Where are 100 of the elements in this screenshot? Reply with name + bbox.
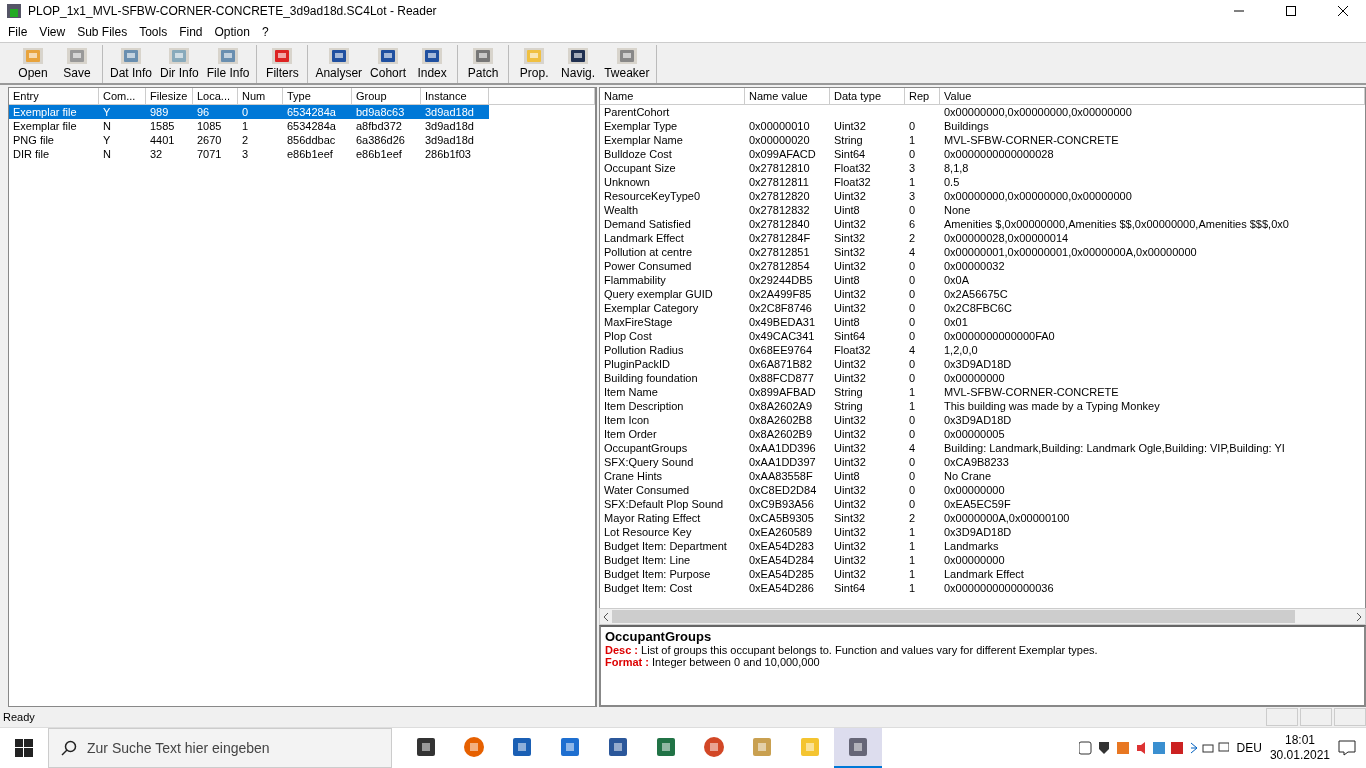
table-cell[interactable]: 3d9ad18d (421, 119, 489, 133)
table-cell-text: 1 (908, 567, 917, 581)
column-header[interactable]: Com... (99, 88, 146, 105)
table-cell[interactable]: Y (99, 105, 146, 119)
table-cell[interactable]: N (99, 147, 146, 161)
table-cell-text: 0x899AFBAD (748, 385, 817, 399)
windows-logo-icon (15, 739, 33, 757)
column-header[interactable]: Num (238, 88, 283, 105)
menu-item[interactable]: Find (173, 25, 209, 39)
table-cell-text: 0xEA54D283 (748, 539, 815, 553)
table-cell[interactable]: 6a386d26 (352, 133, 421, 147)
table-cell[interactable]: Y (99, 133, 146, 147)
table-cell-text: 0xEA54D286 (748, 581, 815, 595)
toolbar-button[interactable]: Patch (461, 45, 506, 83)
toolbar-button[interactable]: Dat Info (106, 45, 157, 83)
table-cell-text: Item Name (603, 385, 659, 399)
column-header[interactable]: Entry (9, 88, 99, 105)
table-cell-text: 0x27812840 (748, 217, 811, 231)
table-cell[interactable]: 856ddbac (283, 133, 352, 147)
notification-icon[interactable] (1338, 740, 1356, 756)
table-cell-text: 6 (908, 217, 917, 231)
toolbar-button[interactable]: File Info (202, 45, 254, 83)
column-header[interactable]: Filesize (146, 88, 193, 105)
column-header[interactable]: Name (600, 88, 745, 105)
table-cell[interactable]: 32 (146, 147, 193, 161)
column-header[interactable]: Data type (830, 88, 905, 105)
table-cell[interactable]: 0 (238, 105, 283, 119)
horizontal-scrollbar[interactable] (599, 608, 1366, 625)
table-cell-text: 4 (908, 441, 917, 455)
toolbar-button[interactable]: Index (410, 45, 455, 83)
table-cell-text: Sint32 (833, 231, 867, 245)
table-cell-text: Uint32 (833, 567, 867, 581)
table-cell[interactable]: 286b1f03 (421, 147, 489, 161)
toolbar-button[interactable]: Cohort (366, 45, 411, 83)
table-cell-text: 0x2C8FBC6C (943, 301, 1013, 315)
table-cell[interactable]: 96 (193, 105, 238, 119)
column-header[interactable]: Type (283, 88, 352, 105)
menu-item[interactable]: Sub Files (71, 25, 134, 39)
table-cell-text: Uint32 (833, 119, 867, 133)
table-cell-text: Uint32 (833, 427, 867, 441)
description-title: OccupantGroups (605, 629, 713, 644)
table-cell[interactable]: DIR file (9, 147, 99, 161)
toolbar-button[interactable]: Tweaker (600, 45, 654, 83)
toolbar-button[interactable]: Analyser (311, 45, 367, 83)
table-cell[interactable]: 7071 (193, 147, 238, 161)
table-cell[interactable]: N (99, 119, 146, 133)
column-header[interactable]: Group (352, 88, 421, 105)
table-cell[interactable]: 6534284a (283, 105, 352, 119)
table-cell[interactable]: 6534284a (283, 119, 352, 133)
table-cell[interactable]: 3 (238, 147, 283, 161)
table-cell[interactable]: 1 (238, 119, 283, 133)
table-cell[interactable]: Exemplar file (9, 105, 99, 119)
table-cell[interactable]: Exemplar file (9, 119, 99, 133)
table-cell-text: 0x2781284F (748, 231, 812, 245)
search-field[interactable]: Zur Suche Text hier eingeben (48, 728, 392, 768)
toolbar-button[interactable]: Prop. (512, 45, 557, 83)
toolbar-button[interactable]: Open (11, 45, 55, 83)
toolbar-button[interactable]: Dir Info (156, 45, 203, 83)
menu-item[interactable]: Tools (133, 25, 174, 39)
table-cell[interactable]: PNG file (9, 133, 99, 147)
toolbar-button[interactable]: Navig. (556, 45, 601, 83)
table-cell-text: 1 (908, 385, 917, 399)
menu-item[interactable]: Option (208, 25, 256, 39)
table-cell-text: Sint64 (833, 147, 867, 161)
table-cell-text: 0x88FCD877 (748, 371, 815, 385)
menu-item[interactable]: File (2, 25, 34, 39)
clock[interactable]: 18:01 30.01.2021 (1269, 733, 1330, 763)
table-cell[interactable]: 2 (238, 133, 283, 147)
status-pane (1266, 708, 1298, 726)
table-cell-text: Item Order (603, 427, 658, 441)
table-cell-text: Budget Item: Line (603, 553, 692, 567)
table-cell[interactable]: 2670 (193, 133, 238, 147)
language-indicator[interactable]: DEU (1236, 741, 1262, 755)
column-header[interactable]: Value (940, 88, 1365, 105)
table-cell-text: Uint8 (833, 203, 861, 217)
column-header[interactable]: Loca... (193, 88, 238, 105)
table-cell-text: 0x00000000 (943, 371, 1006, 385)
table-cell-text: 0xCA5B9305 (748, 511, 815, 525)
menu-item[interactable]: ? (255, 25, 275, 39)
table-cell[interactable]: 3d9ad18d (421, 105, 489, 119)
toolbar-button[interactable]: Save (55, 45, 99, 83)
table-cell-text: 0 (908, 119, 917, 133)
column-header[interactable]: Name value (745, 88, 830, 105)
table-cell-text: Uint32 (833, 189, 867, 203)
table-cell[interactable]: 4401 (146, 133, 193, 147)
menu-item[interactable]: View (33, 25, 72, 39)
table-cell[interactable]: a8fbd372 (352, 119, 421, 133)
toolbar-button[interactable]: Filters (260, 45, 305, 83)
table-cell[interactable]: 3d9ad18d (421, 133, 489, 147)
column-header[interactable]: Instance (421, 88, 489, 105)
table-cell[interactable]: e86b1eef (352, 147, 421, 161)
table-cell[interactable]: 1085 (193, 119, 238, 133)
table-cell[interactable]: 1585 (146, 119, 193, 133)
table-cell[interactable]: e86b1eef (283, 147, 352, 161)
table-cell-text: 0x00000000 (943, 483, 1006, 497)
table-cell[interactable]: bd9a8c63 (352, 105, 421, 119)
table-cell-text: 0 (908, 147, 917, 161)
table-cell[interactable]: 989 (146, 105, 193, 119)
table-cell-text: 0x2A499F85 (748, 287, 813, 301)
column-header[interactable]: Rep (905, 88, 940, 105)
